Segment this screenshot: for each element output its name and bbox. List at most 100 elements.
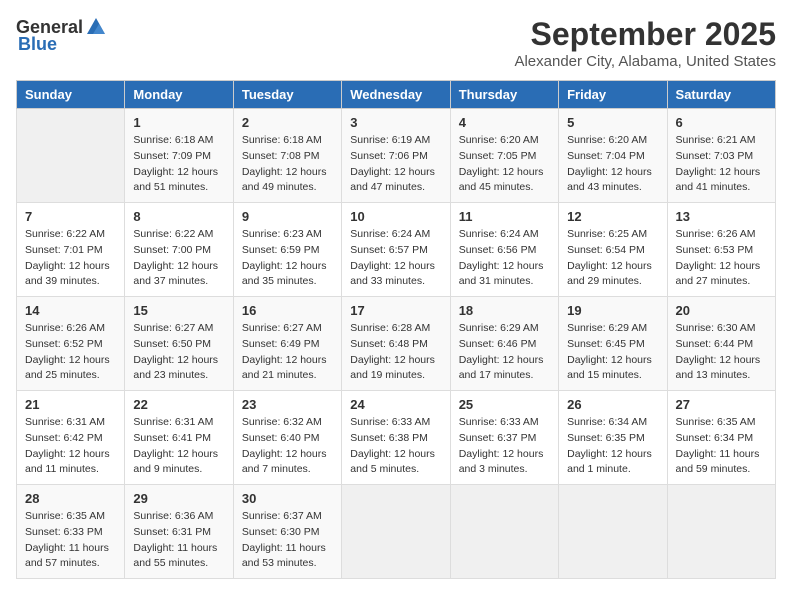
calendar-cell: 1 Sunrise: 6:18 AMSunset: 7:09 PMDaylight… — [125, 109, 233, 203]
cell-content: Sunrise: 6:31 AMSunset: 6:42 PMDaylight:… — [25, 415, 116, 478]
cell-content: Sunrise: 6:28 AMSunset: 6:48 PMDaylight:… — [350, 321, 441, 384]
day-number: 15 — [133, 303, 224, 318]
day-number: 22 — [133, 397, 224, 412]
calendar-cell: 15 Sunrise: 6:27 AMSunset: 6:50 PMDayligh… — [125, 297, 233, 391]
day-number: 14 — [25, 303, 116, 318]
calendar-cell: 6 Sunrise: 6:21 AMSunset: 7:03 PMDaylight… — [667, 109, 775, 203]
month-title: September 2025 — [514, 16, 776, 53]
day-number: 11 — [459, 209, 550, 224]
cell-content: Sunrise: 6:27 AMSunset: 6:49 PMDaylight:… — [242, 321, 333, 384]
calendar-cell — [342, 485, 450, 579]
day-number: 1 — [133, 115, 224, 130]
day-number: 18 — [459, 303, 550, 318]
cell-content: Sunrise: 6:33 AMSunset: 6:38 PMDaylight:… — [350, 415, 441, 478]
calendar-cell: 13 Sunrise: 6:26 AMSunset: 6:53 PMDayligh… — [667, 203, 775, 297]
weekday-header-sunday: Sunday — [17, 81, 125, 109]
weekday-header-tuesday: Tuesday — [233, 81, 341, 109]
title-area: September 2025 Alexander City, Alabama, … — [514, 16, 776, 70]
calendar-cell — [667, 485, 775, 579]
logo-icon — [85, 16, 107, 38]
cell-content: Sunrise: 6:20 AMSunset: 7:05 PMDaylight:… — [459, 133, 550, 196]
calendar-table: SundayMondayTuesdayWednesdayThursdayFrid… — [16, 80, 776, 579]
day-number: 27 — [676, 397, 767, 412]
day-number: 7 — [25, 209, 116, 224]
day-number: 4 — [459, 115, 550, 130]
calendar-cell: 17 Sunrise: 6:28 AMSunset: 6:48 PMDayligh… — [342, 297, 450, 391]
cell-content: Sunrise: 6:26 AMSunset: 6:52 PMDaylight:… — [25, 321, 116, 384]
cell-content: Sunrise: 6:19 AMSunset: 7:06 PMDaylight:… — [350, 133, 441, 196]
cell-content: Sunrise: 6:26 AMSunset: 6:53 PMDaylight:… — [676, 227, 767, 290]
cell-content: Sunrise: 6:22 AMSunset: 7:00 PMDaylight:… — [133, 227, 224, 290]
calendar-week-4: 21Sunrise: 6:31 AMSunset: 6:42 PMDayligh… — [17, 391, 776, 485]
calendar-cell: 16Sunrise: 6:27 AMSunset: 6:49 PMDayligh… — [233, 297, 341, 391]
cell-content: Sunrise: 6:22 AMSunset: 7:01 PMDaylight:… — [25, 227, 116, 290]
day-number: 3 — [350, 115, 441, 130]
cell-content: Sunrise: 6:35 AMSunset: 6:34 PMDaylight:… — [676, 415, 767, 478]
calendar-cell: 7 Sunrise: 6:22 AMSunset: 7:01 PMDaylight… — [17, 203, 125, 297]
calendar-cell: 28Sunrise: 6:35 AMSunset: 6:33 PMDayligh… — [17, 485, 125, 579]
day-number: 13 — [676, 209, 767, 224]
calendar-cell: 19 Sunrise: 6:29 AMSunset: 6:45 PMDayligh… — [559, 297, 667, 391]
cell-content: Sunrise: 6:18 AMSunset: 7:09 PMDaylight:… — [133, 133, 224, 196]
cell-content: Sunrise: 6:36 AMSunset: 6:31 PMDaylight:… — [133, 509, 224, 572]
calendar-week-1: 1 Sunrise: 6:18 AMSunset: 7:09 PMDaylight… — [17, 109, 776, 203]
cell-content: Sunrise: 6:37 AMSunset: 6:30 PMDaylight:… — [242, 509, 333, 572]
weekday-header-row: SundayMondayTuesdayWednesdayThursdayFrid… — [17, 81, 776, 109]
calendar-cell: 2 Sunrise: 6:18 AMSunset: 7:08 PMDaylight… — [233, 109, 341, 203]
calendar-cell — [17, 109, 125, 203]
cell-content: Sunrise: 6:25 AMSunset: 6:54 PMDaylight:… — [567, 227, 658, 290]
day-number: 12 — [567, 209, 658, 224]
calendar-cell: 12 Sunrise: 6:25 AMSunset: 6:54 PMDayligh… — [559, 203, 667, 297]
calendar-cell: 9Sunrise: 6:23 AMSunset: 6:59 PMDaylight… — [233, 203, 341, 297]
cell-content: Sunrise: 6:32 AMSunset: 6:40 PMDaylight:… — [242, 415, 333, 478]
cell-content: Sunrise: 6:29 AMSunset: 6:45 PMDaylight:… — [567, 321, 658, 384]
calendar-cell: 22 Sunrise: 6:31 AMSunset: 6:41 PMDayligh… — [125, 391, 233, 485]
day-number: 17 — [350, 303, 441, 318]
cell-content: Sunrise: 6:27 AMSunset: 6:50 PMDaylight:… — [133, 321, 224, 384]
calendar-cell: 20 Sunrise: 6:30 AMSunset: 6:44 PMDayligh… — [667, 297, 775, 391]
calendar-cell: 21Sunrise: 6:31 AMSunset: 6:42 PMDayligh… — [17, 391, 125, 485]
calendar-week-3: 14 Sunrise: 6:26 AMSunset: 6:52 PMDayligh… — [17, 297, 776, 391]
day-number: 20 — [676, 303, 767, 318]
day-number: 5 — [567, 115, 658, 130]
day-number: 29 — [133, 491, 224, 506]
header: General Blue September 2025 Alexander Ci… — [16, 16, 776, 70]
cell-content: Sunrise: 6:33 AMSunset: 6:37 PMDaylight:… — [459, 415, 550, 478]
calendar-cell: 14 Sunrise: 6:26 AMSunset: 6:52 PMDayligh… — [17, 297, 125, 391]
day-number: 24 — [350, 397, 441, 412]
day-number: 10 — [350, 209, 441, 224]
cell-content: Sunrise: 6:30 AMSunset: 6:44 PMDaylight:… — [676, 321, 767, 384]
day-number: 6 — [676, 115, 767, 130]
day-number: 30 — [242, 491, 333, 506]
day-number: 8 — [133, 209, 224, 224]
day-number: 23 — [242, 397, 333, 412]
calendar-cell: 8 Sunrise: 6:22 AMSunset: 7:00 PMDaylight… — [125, 203, 233, 297]
cell-content: Sunrise: 6:18 AMSunset: 7:08 PMDaylight:… — [242, 133, 333, 196]
location-title: Alexander City, Alabama, United States — [514, 53, 776, 70]
calendar-cell: 24 Sunrise: 6:33 AMSunset: 6:38 PMDayligh… — [342, 391, 450, 485]
weekday-header-monday: Monday — [125, 81, 233, 109]
calendar-cell: 4 Sunrise: 6:20 AMSunset: 7:05 PMDaylight… — [450, 109, 558, 203]
day-number: 19 — [567, 303, 658, 318]
day-number: 25 — [459, 397, 550, 412]
calendar-cell: 27 Sunrise: 6:35 AMSunset: 6:34 PMDayligh… — [667, 391, 775, 485]
calendar-cell: 30 Sunrise: 6:37 AMSunset: 6:30 PMDayligh… — [233, 485, 341, 579]
calendar-cell — [559, 485, 667, 579]
cell-content: Sunrise: 6:20 AMSunset: 7:04 PMDaylight:… — [567, 133, 658, 196]
day-number: 26 — [567, 397, 658, 412]
logo: General Blue — [16, 16, 107, 55]
cell-content: Sunrise: 6:34 AMSunset: 6:35 PMDaylight:… — [567, 415, 658, 478]
cell-content: Sunrise: 6:24 AMSunset: 6:57 PMDaylight:… — [350, 227, 441, 290]
weekday-header-friday: Friday — [559, 81, 667, 109]
weekday-header-saturday: Saturday — [667, 81, 775, 109]
cell-content: Sunrise: 6:23 AMSunset: 6:59 PMDaylight:… — [242, 227, 333, 290]
calendar-cell: 3 Sunrise: 6:19 AMSunset: 7:06 PMDaylight… — [342, 109, 450, 203]
calendar-cell: 23 Sunrise: 6:32 AMSunset: 6:40 PMDayligh… — [233, 391, 341, 485]
calendar-cell: 26 Sunrise: 6:34 AMSunset: 6:35 PMDayligh… — [559, 391, 667, 485]
calendar-cell: 29 Sunrise: 6:36 AMSunset: 6:31 PMDayligh… — [125, 485, 233, 579]
cell-content: Sunrise: 6:29 AMSunset: 6:46 PMDaylight:… — [459, 321, 550, 384]
weekday-header-wednesday: Wednesday — [342, 81, 450, 109]
cell-content: Sunrise: 6:21 AMSunset: 7:03 PMDaylight:… — [676, 133, 767, 196]
cell-content: Sunrise: 6:31 AMSunset: 6:41 PMDaylight:… — [133, 415, 224, 478]
day-number: 2 — [242, 115, 333, 130]
